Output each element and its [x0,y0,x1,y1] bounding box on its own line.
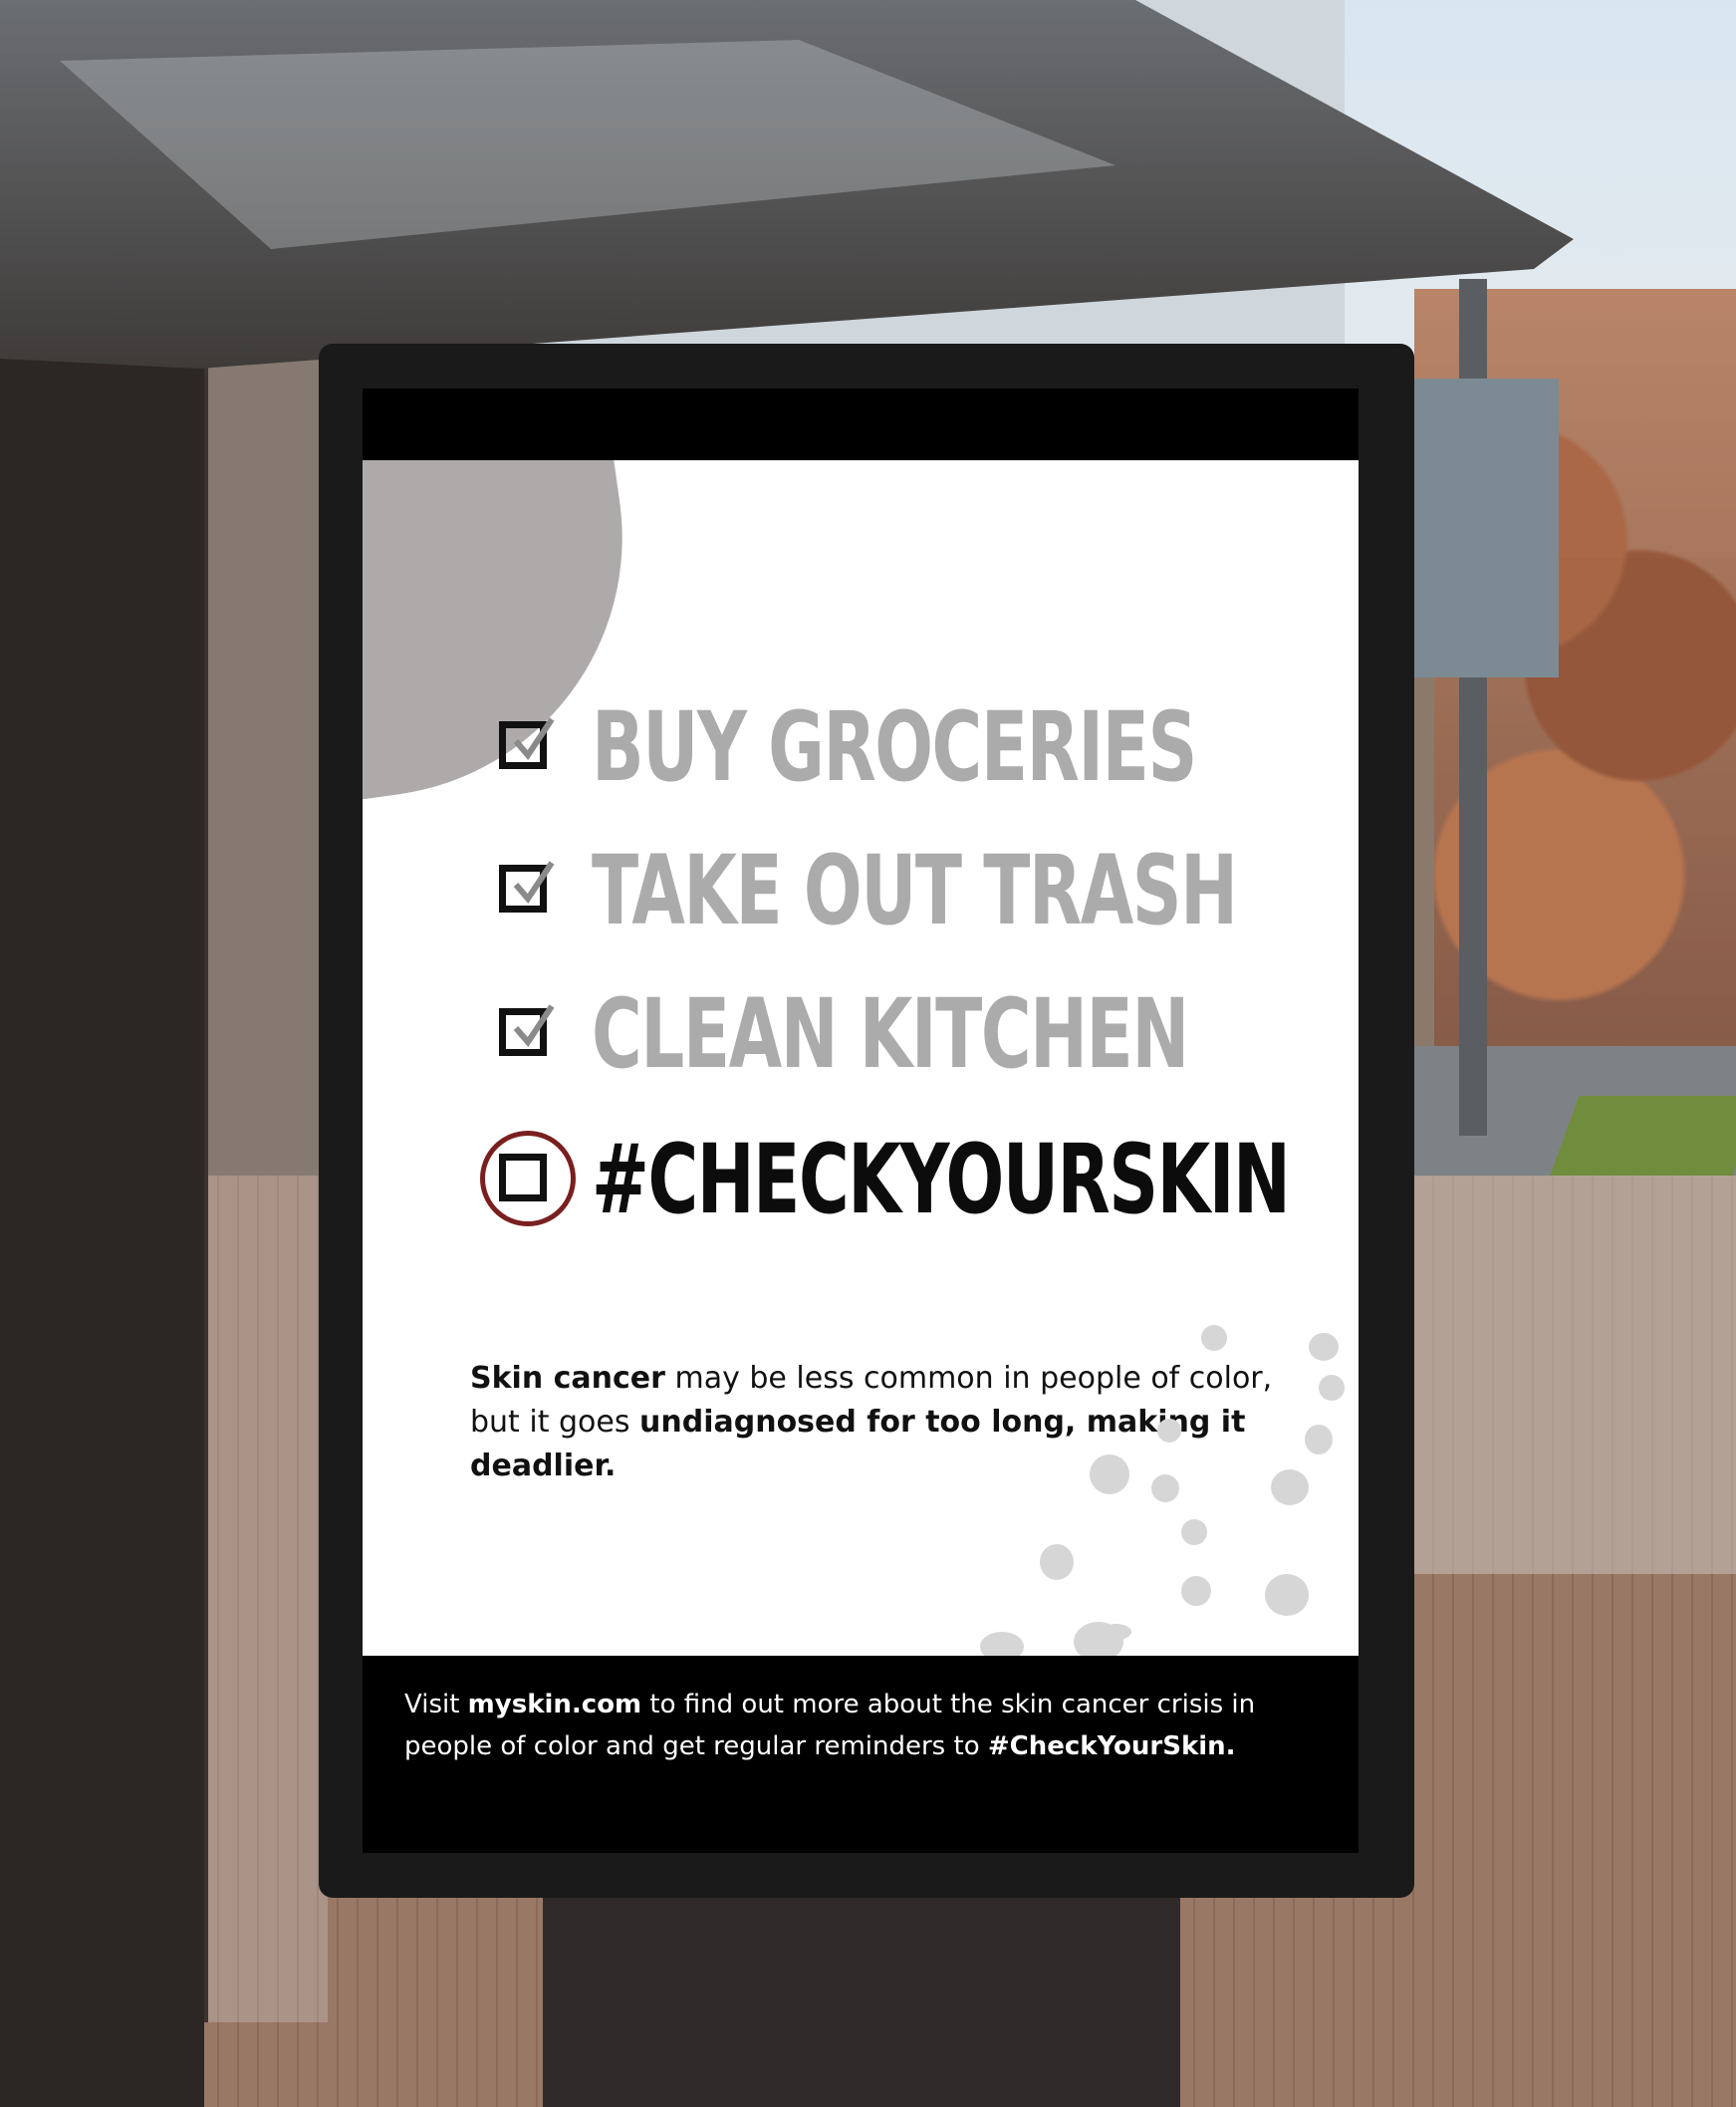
decorative-dot [1305,1425,1333,1454]
footer-url: myskin.com [467,1690,642,1719]
poster: BUY GROCERIES TAKE OUT TRASH CLEAN KITCH… [363,389,1359,1853]
decorative-dot [1309,1333,1339,1361]
decorative-dot [1157,1419,1181,1443]
billboard-pedestal [543,1888,1180,2107]
decorative-dot [1181,1576,1211,1606]
footer-text: Visit myskin.com to find out more about … [404,1684,1321,1767]
decorative-dot [1040,1544,1074,1580]
shelter-wall [0,229,204,2107]
checklist-label: BUY GROCERIES [592,691,1197,803]
checkmark-icon [513,717,555,760]
decorative-dot [1151,1474,1179,1502]
decorative-dot [1090,1454,1129,1494]
decorative-dot [1102,1624,1131,1640]
sidewalk-light [1374,1176,1736,1574]
decorative-dot [1181,1519,1207,1545]
poster-footer: Visit myskin.com to find out more about … [363,1656,1359,1853]
decorative-dot [1265,1574,1309,1616]
street-sign [1414,379,1559,677]
checklist-label: TAKE OUT TRASH [592,835,1238,946]
checklist-item: BUY GROCERIES [363,687,1359,807]
checklist-item: TAKE OUT TRASH [363,831,1359,950]
checklist-item-highlight: #CHECKYOURSKIN [363,1120,1359,1239]
poster-top-bar [363,389,1359,460]
footer-regular-1: Visit [404,1690,468,1719]
shelter-glass [204,329,328,2022]
checklist-item: CLEAN KITCHEN [363,974,1359,1094]
bus-stop-scene: BUY GROCERIES TAKE OUT TRASH CLEAN KITCH… [0,0,1736,2107]
checkmark-icon [513,1004,555,1047]
checklist-label: CLEAN KITCHEN [592,978,1189,1090]
footer-hashtag: #CheckYourSkin. [987,1731,1236,1761]
decorative-dot [1271,1469,1309,1505]
hashtag-label: #CHECKYOURSKIN [592,1124,1291,1235]
checkmark-icon [513,861,555,904]
decorative-dot [1201,1325,1227,1351]
empty-checkbox-icon [499,1154,547,1201]
body-bold-1: Skin cancer [470,1361,665,1396]
decorative-dot [1319,1375,1345,1401]
